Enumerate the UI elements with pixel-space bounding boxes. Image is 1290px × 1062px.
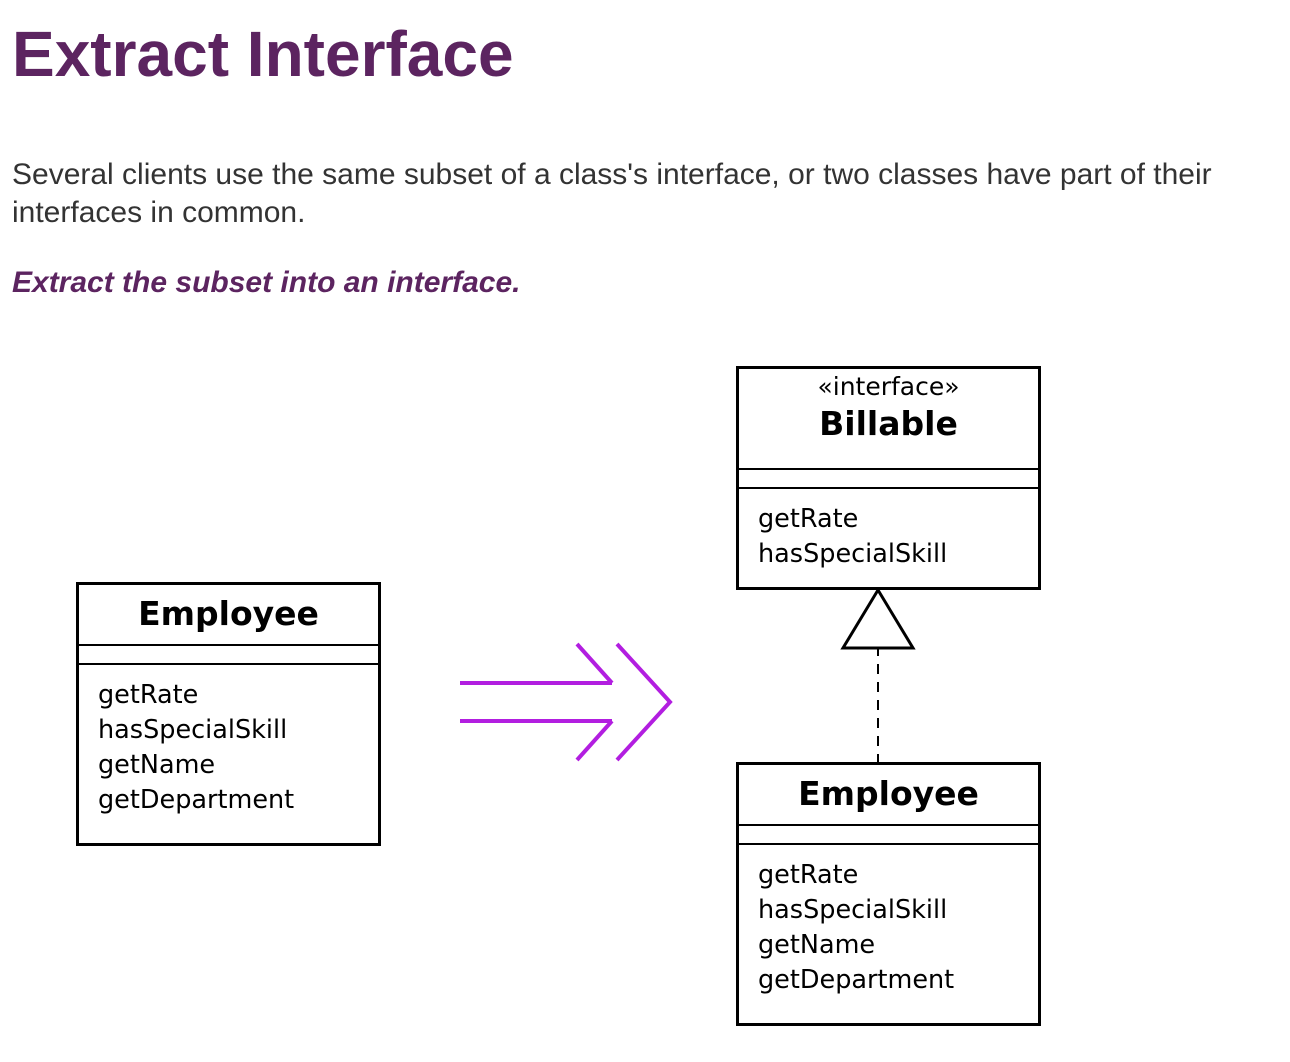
- method-item: getName: [98, 750, 216, 780]
- class-name-compartment: Employee: [739, 765, 1038, 826]
- employee-class-before: Employee getRate hasSpecialSkill getName…: [76, 582, 381, 846]
- attributes-compartment: [739, 470, 1038, 489]
- interface-name-compartment: «interface» Billable: [739, 369, 1038, 470]
- double-arrow-right-icon: [460, 642, 673, 762]
- solution-statement: Extract the subset into an interface.: [12, 266, 521, 299]
- attributes-compartment: [79, 646, 378, 665]
- method-item: getDepartment: [758, 965, 955, 995]
- billable-interface-box: «interface» Billable getRate hasSpecialS…: [736, 366, 1041, 590]
- method-item: hasSpecialSkill: [758, 895, 948, 925]
- methods-compartment: getRate hasSpecialSkill getName getDepar…: [79, 665, 378, 818]
- method-item: getRate: [758, 504, 859, 534]
- method-item: hasSpecialSkill: [98, 715, 288, 745]
- attributes-compartment: [739, 826, 1038, 845]
- interface-name: Billable: [819, 404, 958, 443]
- method-item: getRate: [98, 680, 199, 710]
- class-name: Employee: [138, 594, 319, 633]
- method-item: hasSpecialSkill: [758, 539, 948, 569]
- method-item: getRate: [758, 860, 859, 890]
- methods-compartment: getRate hasSpecialSkill: [739, 489, 1038, 572]
- employee-class-after: Employee getRate hasSpecialSkill getName…: [736, 762, 1041, 1026]
- method-item: getDepartment: [98, 785, 295, 815]
- problem-description: Several clients use the same subset of a…: [12, 158, 1212, 229]
- method-item: getName: [758, 930, 876, 960]
- interface-stereotype: «interface»: [817, 372, 960, 401]
- methods-compartment: getRate hasSpecialSkill getName getDepar…: [739, 845, 1038, 998]
- class-name: Employee: [798, 774, 979, 813]
- class-name-compartment: Employee: [79, 585, 378, 646]
- page-title: Extract Interface: [12, 18, 514, 90]
- hollow-triangle-arrowhead-icon: [840, 587, 916, 650]
